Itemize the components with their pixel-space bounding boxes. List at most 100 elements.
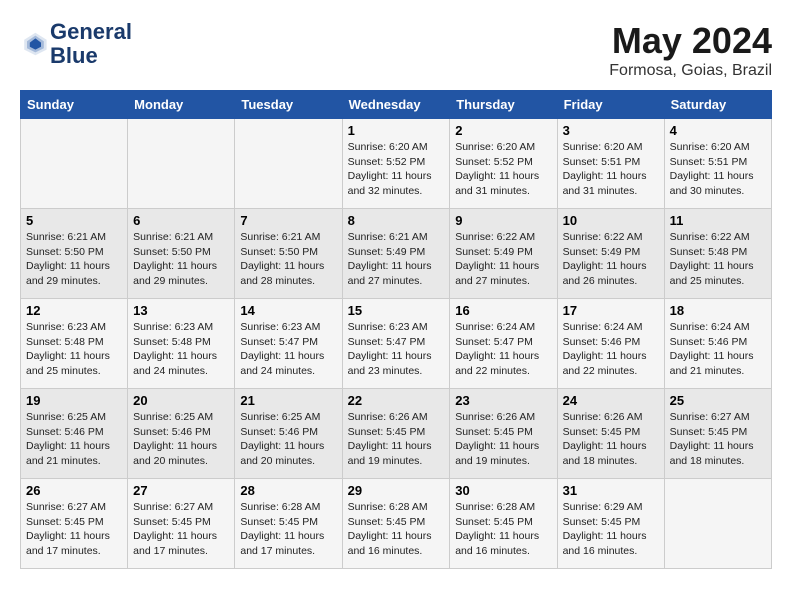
title-block: May 2024 Formosa, Goias, Brazil [609,20,772,80]
day-number: 15 [348,303,445,318]
day-number: 21 [240,393,336,408]
calendar-cell: 12Sunrise: 6:23 AM Sunset: 5:48 PM Dayli… [21,299,128,389]
day-number: 31 [563,483,659,498]
calendar-cell [21,119,128,209]
day-info: Sunrise: 6:22 AM Sunset: 5:49 PM Dayligh… [455,230,551,289]
calendar-cell: 17 Sunrise: 6:24 AM Sunset: 5:46 PM Dayli… [557,299,664,389]
calendar-cell [128,119,235,209]
day-number: 10 [563,213,659,228]
day-number: 11 [670,213,766,228]
day-number: 16 [455,303,551,318]
weekday-header-saturday: Saturday [664,91,771,119]
day-number: 28 [240,483,336,498]
calendar-cell: 10 Sunrise: 6:22 AM Sunset: 5:49 PM Dayli… [557,209,664,299]
day-info: Sunrise: 6:23 AM Sunset: 5:48 PM Dayligh… [133,320,229,379]
day-info: Sunrise: 6:20 AM Sunset: 5:51 PM Dayligh… [563,140,659,199]
day-number: 25 [670,393,766,408]
day-info: Sunrise: 6:27 AM Sunset: 5:45 PM Dayligh… [133,500,229,559]
day-info: Sunrise: 6:21 AM Sunset: 5:50 PM Dayligh… [240,230,336,289]
calendar-week-row: 1 Sunrise: 6:20 AM Sunset: 5:52 PM Daylig… [21,119,772,209]
weekday-header-wednesday: Wednesday [342,91,450,119]
day-info: Sunrise: 6:23 AM Sunset: 5:47 PM Dayligh… [348,320,445,379]
calendar-week-row: 26Sunrise: 6:27 AM Sunset: 5:45 PM Dayli… [21,479,772,569]
calendar-cell: 1 Sunrise: 6:20 AM Sunset: 5:52 PM Daylig… [342,119,450,209]
calendar-cell: 24 Sunrise: 6:26 AM Sunset: 5:45 PM Dayli… [557,389,664,479]
calendar-cell: 7 Sunrise: 6:21 AM Sunset: 5:50 PM Daylig… [235,209,342,299]
day-info: Sunrise: 6:23 AM Sunset: 5:47 PM Dayligh… [240,320,336,379]
calendar-cell: 15 Sunrise: 6:23 AM Sunset: 5:47 PM Dayli… [342,299,450,389]
day-number: 14 [240,303,336,318]
logo: General Blue [20,20,132,68]
weekday-row: SundayMondayTuesdayWednesdayThursdayFrid… [21,91,772,119]
day-info: Sunrise: 6:20 AM Sunset: 5:51 PM Dayligh… [670,140,766,199]
subtitle: Formosa, Goias, Brazil [609,62,772,80]
day-info: Sunrise: 6:26 AM Sunset: 5:45 PM Dayligh… [563,410,659,469]
day-info: Sunrise: 6:25 AM Sunset: 5:46 PM Dayligh… [133,410,229,469]
calendar-cell: 26Sunrise: 6:27 AM Sunset: 5:45 PM Dayli… [21,479,128,569]
logo-icon [20,30,48,58]
day-info: Sunrise: 6:27 AM Sunset: 5:45 PM Dayligh… [26,500,122,559]
day-info: Sunrise: 6:22 AM Sunset: 5:49 PM Dayligh… [563,230,659,289]
day-info: Sunrise: 6:25 AM Sunset: 5:46 PM Dayligh… [26,410,122,469]
day-number: 13 [133,303,229,318]
day-info: Sunrise: 6:24 AM Sunset: 5:46 PM Dayligh… [563,320,659,379]
calendar-cell: 3Sunrise: 6:20 AM Sunset: 5:51 PM Daylig… [557,119,664,209]
calendar-cell: 29 Sunrise: 6:28 AM Sunset: 5:45 PM Dayli… [342,479,450,569]
logo-line2: Blue [50,44,132,68]
day-number: 2 [455,123,551,138]
calendar-cell: 6Sunrise: 6:21 AM Sunset: 5:50 PM Daylig… [128,209,235,299]
calendar-cell [664,479,771,569]
day-info: Sunrise: 6:27 AM Sunset: 5:45 PM Dayligh… [670,410,766,469]
page-header: General Blue May 2024 Formosa, Goias, Br… [20,20,772,80]
calendar-header: SundayMondayTuesdayWednesdayThursdayFrid… [21,91,772,119]
day-info: Sunrise: 6:20 AM Sunset: 5:52 PM Dayligh… [455,140,551,199]
calendar-cell: 27Sunrise: 6:27 AM Sunset: 5:45 PM Dayli… [128,479,235,569]
calendar-cell: 19Sunrise: 6:25 AM Sunset: 5:46 PM Dayli… [21,389,128,479]
calendar-cell: 4 Sunrise: 6:20 AM Sunset: 5:51 PM Daylig… [664,119,771,209]
day-number: 17 [563,303,659,318]
day-number: 9 [455,213,551,228]
day-info: Sunrise: 6:21 AM Sunset: 5:50 PM Dayligh… [26,230,122,289]
day-info: Sunrise: 6:26 AM Sunset: 5:45 PM Dayligh… [348,410,445,469]
day-info: Sunrise: 6:29 AM Sunset: 5:45 PM Dayligh… [563,500,659,559]
weekday-header-sunday: Sunday [21,91,128,119]
calendar-cell: 25 Sunrise: 6:27 AM Sunset: 5:45 PM Dayli… [664,389,771,479]
day-info: Sunrise: 6:28 AM Sunset: 5:45 PM Dayligh… [455,500,551,559]
day-info: Sunrise: 6:21 AM Sunset: 5:49 PM Dayligh… [348,230,445,289]
calendar-week-row: 5 Sunrise: 6:21 AM Sunset: 5:50 PM Daylig… [21,209,772,299]
calendar-cell [235,119,342,209]
day-number: 5 [26,213,122,228]
calendar-cell: 22 Sunrise: 6:26 AM Sunset: 5:45 PM Dayli… [342,389,450,479]
day-info: Sunrise: 6:28 AM Sunset: 5:45 PM Dayligh… [348,500,445,559]
weekday-header-tuesday: Tuesday [235,91,342,119]
day-number: 1 [348,123,445,138]
logo-line1: General [50,20,132,44]
calendar-body: 1 Sunrise: 6:20 AM Sunset: 5:52 PM Daylig… [21,119,772,569]
calendar-cell: 31 Sunrise: 6:29 AM Sunset: 5:45 PM Dayli… [557,479,664,569]
calendar-cell: 11Sunrise: 6:22 AM Sunset: 5:48 PM Dayli… [664,209,771,299]
logo-text: General Blue [50,20,132,68]
calendar-week-row: 12Sunrise: 6:23 AM Sunset: 5:48 PM Dayli… [21,299,772,389]
day-number: 24 [563,393,659,408]
main-title: May 2024 [609,20,772,62]
calendar-cell: 23Sunrise: 6:26 AM Sunset: 5:45 PM Dayli… [450,389,557,479]
day-number: 4 [670,123,766,138]
day-number: 22 [348,393,445,408]
day-number: 29 [348,483,445,498]
calendar-cell: 13 Sunrise: 6:23 AM Sunset: 5:48 PM Dayli… [128,299,235,389]
weekday-header-monday: Monday [128,91,235,119]
calendar-table: SundayMondayTuesdayWednesdayThursdayFrid… [20,90,772,569]
calendar-cell: 8 Sunrise: 6:21 AM Sunset: 5:49 PM Daylig… [342,209,450,299]
day-info: Sunrise: 6:21 AM Sunset: 5:50 PM Dayligh… [133,230,229,289]
calendar-cell: 9 Sunrise: 6:22 AM Sunset: 5:49 PM Daylig… [450,209,557,299]
calendar-cell: 14 Sunrise: 6:23 AM Sunset: 5:47 PM Dayli… [235,299,342,389]
day-number: 8 [348,213,445,228]
day-info: Sunrise: 6:20 AM Sunset: 5:52 PM Dayligh… [348,140,445,199]
day-number: 7 [240,213,336,228]
calendar-cell: 5 Sunrise: 6:21 AM Sunset: 5:50 PM Daylig… [21,209,128,299]
weekday-header-thursday: Thursday [450,91,557,119]
calendar-cell: 21Sunrise: 6:25 AM Sunset: 5:46 PM Dayli… [235,389,342,479]
calendar-cell: 16Sunrise: 6:24 AM Sunset: 5:47 PM Dayli… [450,299,557,389]
calendar-week-row: 19Sunrise: 6:25 AM Sunset: 5:46 PM Dayli… [21,389,772,479]
day-info: Sunrise: 6:28 AM Sunset: 5:45 PM Dayligh… [240,500,336,559]
